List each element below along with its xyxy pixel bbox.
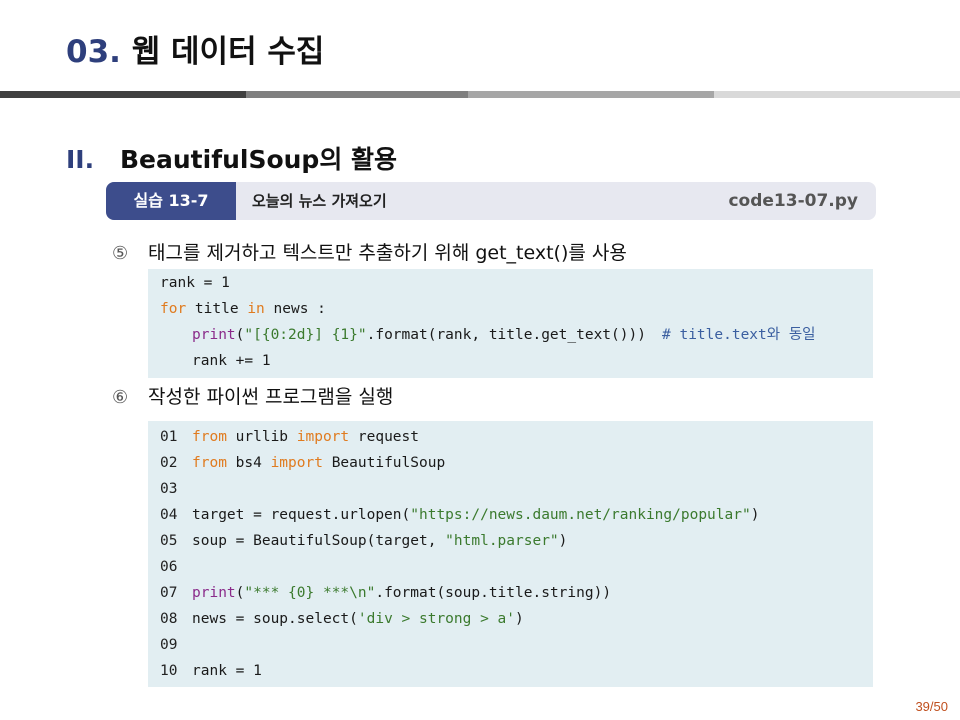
step-text: 작성한 파이썬 프로그램을 실행 xyxy=(148,386,394,408)
code-text: ) xyxy=(750,507,760,523)
keyword: import xyxy=(296,429,350,445)
code-line: for title in news : xyxy=(160,296,326,322)
slide-header: 03. 웹 데이터 수집 xyxy=(0,0,960,98)
code-line: 05 soup = BeautifulSoup(target, "html.par… xyxy=(160,528,567,554)
code-line: rank = 1 xyxy=(160,270,230,296)
section-heading: II. BeautifulSoup의 활용 xyxy=(66,140,397,176)
code-text: target = request.urlopen( xyxy=(192,507,411,523)
keyword: import xyxy=(270,455,323,471)
exercise-title: 오늘의 뉴스 가져오기 xyxy=(252,192,387,210)
code-text: title xyxy=(186,301,248,317)
exercise-tag: 실습 13-7 xyxy=(106,182,236,220)
line-number: 01 xyxy=(160,429,178,445)
code-block-snippet: rank = 1 for title in news : print("[{0:… xyxy=(148,269,873,378)
code-text: .format(rank, title.get_text())) xyxy=(366,327,646,343)
code-line: 03 xyxy=(160,476,192,502)
code-text: bs4 xyxy=(226,455,271,471)
line-number: 05 xyxy=(160,533,178,549)
step-number: ⑤ xyxy=(112,243,129,264)
string-literal: "https://news.daum.net/ranking/popular" xyxy=(410,507,751,523)
line-number: 03 xyxy=(160,481,178,497)
section-number: II. xyxy=(66,145,95,174)
keyword: from xyxy=(192,429,227,445)
code-text: request xyxy=(349,429,419,445)
string-literal: 'div > strong > a' xyxy=(357,611,516,627)
page-number: 39/50 xyxy=(915,699,948,714)
exercise-banner: 실습 13-7 오늘의 뉴스 가져오기 code13-07.py xyxy=(106,182,876,220)
line-number: 02 xyxy=(160,455,178,471)
code-text: ) xyxy=(558,533,568,549)
line-number: 10 xyxy=(160,663,178,679)
string-literal: "[{0:2d}] {1}" xyxy=(244,327,367,343)
code-text: news = soup.select( xyxy=(192,611,358,627)
code-line: 08 news = soup.select('div > strong > a') xyxy=(160,606,524,632)
header-divider-segment xyxy=(714,91,960,98)
string-literal: "html.parser" xyxy=(445,533,559,549)
line-number: 07 xyxy=(160,585,178,601)
code-comment: # title.text와 동일 xyxy=(662,322,816,348)
step-item: ⑥ 작성한 파이썬 프로그램을 실행 xyxy=(112,382,393,409)
comment: # title.text와 동일 xyxy=(662,327,816,343)
slide-title: 03. 웹 데이터 수집 xyxy=(66,26,324,71)
function-name: print xyxy=(192,585,236,601)
code-line: 01 from urllib import request xyxy=(160,424,419,450)
code-text: news : xyxy=(264,301,326,317)
exercise-filename: code13-07.py xyxy=(728,191,858,211)
header-divider-segment xyxy=(0,91,246,98)
code-line: 04 target = request.urlopen("https://news… xyxy=(160,502,759,528)
line-number: 06 xyxy=(160,559,178,575)
code-line: print("[{0:2d}] {1}".format(rank, title.… xyxy=(192,322,646,348)
code-text: rank = 1 xyxy=(192,663,262,679)
keyword: from xyxy=(192,455,227,471)
code-text: rank = 1 xyxy=(160,275,230,291)
code-line: 07 print("*** {0} ***\n".format(soup.titl… xyxy=(160,580,611,606)
line-number: 09 xyxy=(160,637,178,653)
code-text: .format(soup.title.string)) xyxy=(375,585,612,601)
code-line: 09 xyxy=(160,632,192,658)
line-number: 04 xyxy=(160,507,178,523)
step-item: ⑤ 태그를 제거하고 텍스트만 추출하기 위해 get_text()를 사용 xyxy=(112,238,627,265)
slide-title-number: 03. xyxy=(66,34,121,70)
code-line: 06 xyxy=(160,554,192,580)
code-line: 02 from bs4 import BeautifulSoup xyxy=(160,450,445,476)
code-block-program: 01 from urllib import request 02 from bs4 … xyxy=(148,421,873,687)
keyword: in xyxy=(247,301,265,317)
function-name: print xyxy=(192,327,236,343)
header-divider-segment xyxy=(246,91,468,98)
keyword: for xyxy=(160,301,187,317)
line-number: 08 xyxy=(160,611,178,627)
step-text: 태그를 제거하고 텍스트만 추출하기 위해 get_text()를 사용 xyxy=(148,242,627,264)
code-text: rank += 1 xyxy=(192,353,271,369)
slide-title-text: 웹 데이터 수집 xyxy=(120,34,325,70)
step-number: ⑥ xyxy=(112,387,129,408)
code-text: ) xyxy=(515,611,524,627)
code-text: soup = BeautifulSoup(target, xyxy=(192,533,446,549)
code-line: rank += 1 xyxy=(192,348,271,374)
code-text: urllib xyxy=(226,429,297,445)
section-title: BeautifulSoup의 활용 xyxy=(120,145,398,174)
code-line: 10 rank = 1 xyxy=(160,658,262,684)
header-divider-segment xyxy=(468,91,714,98)
code-text: BeautifulSoup xyxy=(322,455,446,471)
string-literal: "*** {0} ***\n" xyxy=(244,585,376,601)
